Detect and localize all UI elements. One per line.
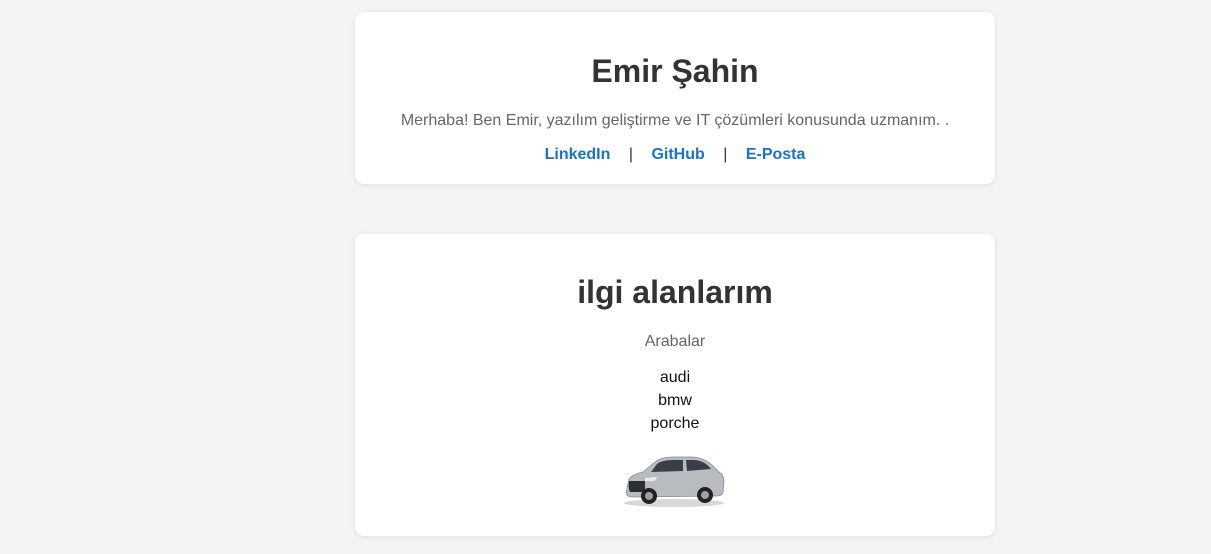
car-list: audi bmw porche <box>355 366 995 435</box>
linkedin-link[interactable]: LinkedIn <box>545 146 611 163</box>
link-separator: | <box>628 146 633 163</box>
link-separator: | <box>723 146 728 163</box>
profile-name: Emir Şahin <box>591 53 759 89</box>
car-list-item: audi <box>659 369 691 386</box>
interests-subtitle: Arabalar <box>644 333 706 350</box>
interests-card: ilgi alanlarım Arabalar audi bmw porche <box>355 234 995 536</box>
github-link[interactable]: GitHub <box>651 146 704 163</box>
profile-links: LinkedIn | GitHub | E-Posta <box>355 145 995 165</box>
car-list-item: bmw <box>658 392 692 409</box>
profile-card: Emir Şahin Merhaba! Ben Emir, yazılım ge… <box>355 12 995 184</box>
profile-bio: Merhaba! Ben Emir, yazılım geliştirme ve… <box>400 112 950 129</box>
interests-title: ilgi alanlarım <box>577 274 773 310</box>
car-list-item: porche <box>650 415 700 432</box>
email-link[interactable]: E-Posta <box>746 146 806 163</box>
car-image <box>624 456 725 507</box>
